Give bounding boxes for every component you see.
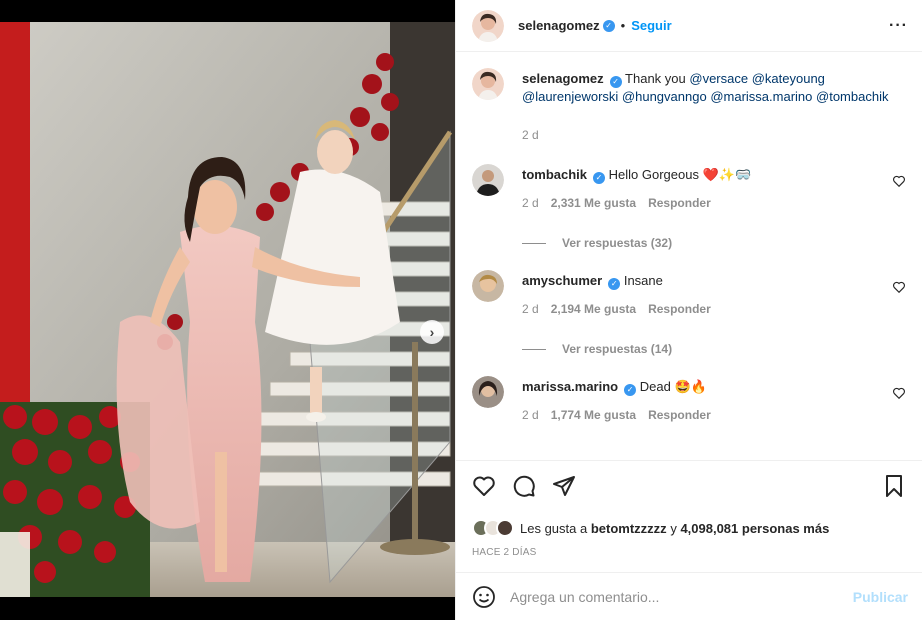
comment-input[interactable] [510,588,853,605]
bookmark-icon[interactable] [882,474,906,498]
caption-text: Thank you [625,71,686,86]
liker-username[interactable]: betomtzzzzz [591,521,667,536]
comment-username[interactable]: marissa.marino [522,379,618,394]
avatar[interactable] [496,519,514,537]
mention-link[interactable]: @versace [689,71,748,86]
post-header: selenagomez ✓ • Seguir ··· [456,0,922,52]
mention-link[interactable]: @tombachik [816,89,888,104]
mention-link[interactable]: @laurenjeworski [522,89,618,104]
avatar[interactable] [472,164,504,196]
comment-bubble-icon[interactable] [512,474,536,498]
avatar[interactable] [472,68,504,100]
likes-count[interactable]: 4,098,081 personas más [680,521,829,536]
caption: selenagomez ✓ Thank you @versace @kateyou… [472,68,906,144]
carousel-next-button[interactable]: › [420,320,444,344]
view-replies-button[interactable]: Ver respuestas (32) [522,236,906,250]
avatar[interactable] [472,9,504,42]
reply-button[interactable]: Responder [648,406,711,424]
comment-time[interactable]: 2 d [522,406,539,424]
verified-badge-icon: ✓ [593,172,606,184]
post-actions: Les gusta a betomtzzzzz y 4,098,081 pers… [456,460,922,572]
comment-text: Dead [639,379,671,394]
likes-text: Les gusta a betomtzzzzz y 4,098,081 pers… [520,521,829,536]
comment-username[interactable]: tombachik [522,167,587,182]
caption-meta: 2 d [522,126,906,144]
comment-item: marissa.marino ✓ Dead 🤩🔥 2 d 1,774 Me gus… [472,376,906,424]
comment-item: amyschumer ✓ Insane 2 d 2,194 Me gusta Re… [472,270,906,318]
mention-link[interactable]: @kateyoung [752,71,825,86]
follow-button[interactable]: Seguir [631,18,671,33]
publish-button[interactable]: Publicar [853,589,908,605]
comment-item: tombachik ✓ Hello Gorgeous ❤️✨🥽 2 d 2,331… [472,164,906,212]
share-paper-plane-icon[interactable] [552,474,576,498]
post-details-panel: selenagomez ✓ • Seguir ··· selenagomez ✓ … [455,0,922,620]
reply-button[interactable]: Responder [648,194,711,212]
comment-username[interactable]: amyschumer [522,273,602,288]
avatar[interactable] [472,270,504,302]
comment-meta: 2 d 1,774 Me gusta Responder [522,406,892,424]
comments-list: selenagomez ✓ Thank you @versace @kateyou… [456,52,922,460]
emoji-smiley-icon[interactable] [472,585,496,609]
view-replies-label: Ver respuestas (32) [562,236,673,250]
instagram-post-modal: › selenagomez ✓ • Seguir ··· selenagomez… [0,0,922,620]
comment-likes[interactable]: 2,194 Me gusta [551,300,636,318]
comment-meta: 2 d 2,194 Me gusta Responder [522,300,892,318]
replies-divider [522,242,546,244]
post-photo[interactable]: › [0,22,455,597]
post-date[interactable]: HACE 2 DÍAS [472,547,906,558]
comment-meta: 2 d 2,331 Me gusta Responder [522,194,892,212]
more-horizontal-icon[interactable]: ··· [889,17,908,35]
likes-prefix: Les gusta a [520,520,588,536]
view-replies-button[interactable]: Ver respuestas (14) [522,342,906,356]
caption-time[interactable]: 2 d [522,126,539,144]
comment-likes[interactable]: 1,774 Me gusta [551,406,636,424]
separator: • [620,18,626,33]
comment-time[interactable]: 2 d [522,300,539,318]
likes-middle: y [670,520,677,536]
verified-badge-icon: ✓ [609,76,622,88]
comment-composer: Publicar [456,572,922,620]
comment-emoji: 🤩🔥 [674,379,707,394]
reply-button[interactable]: Responder [648,300,711,318]
heart-outline-icon[interactable] [892,280,906,294]
heart-outline-icon[interactable] [892,174,906,188]
heart-outline-icon[interactable] [892,386,906,400]
verified-badge-icon: ✓ [624,384,637,396]
caption-username[interactable]: selenagomez [522,71,604,86]
mention-link[interactable]: @hungvanngo [622,89,707,104]
view-replies-label: Ver respuestas (14) [562,342,673,356]
like-heart-icon[interactable] [472,474,496,498]
replies-divider [522,348,546,350]
verified-badge-icon: ✓ [608,278,621,290]
comment-time[interactable]: 2 d [522,194,539,212]
comment-emoji: ❤️✨🥽 [702,167,752,182]
comment-text: Hello Gorgeous [608,167,699,182]
avatar[interactable] [472,376,504,408]
comment-likes[interactable]: 2,331 Me gusta [551,194,636,212]
likes-summary: Les gusta a betomtzzzzz y 4,098,081 pers… [472,519,906,537]
mention-link[interactable]: @marissa.marino [710,89,812,104]
verified-badge-icon: ✓ [602,19,615,32]
comment-text: Insane [623,273,663,288]
photo-illustration [0,22,455,597]
owner-username[interactable]: selenagomez [518,18,600,33]
